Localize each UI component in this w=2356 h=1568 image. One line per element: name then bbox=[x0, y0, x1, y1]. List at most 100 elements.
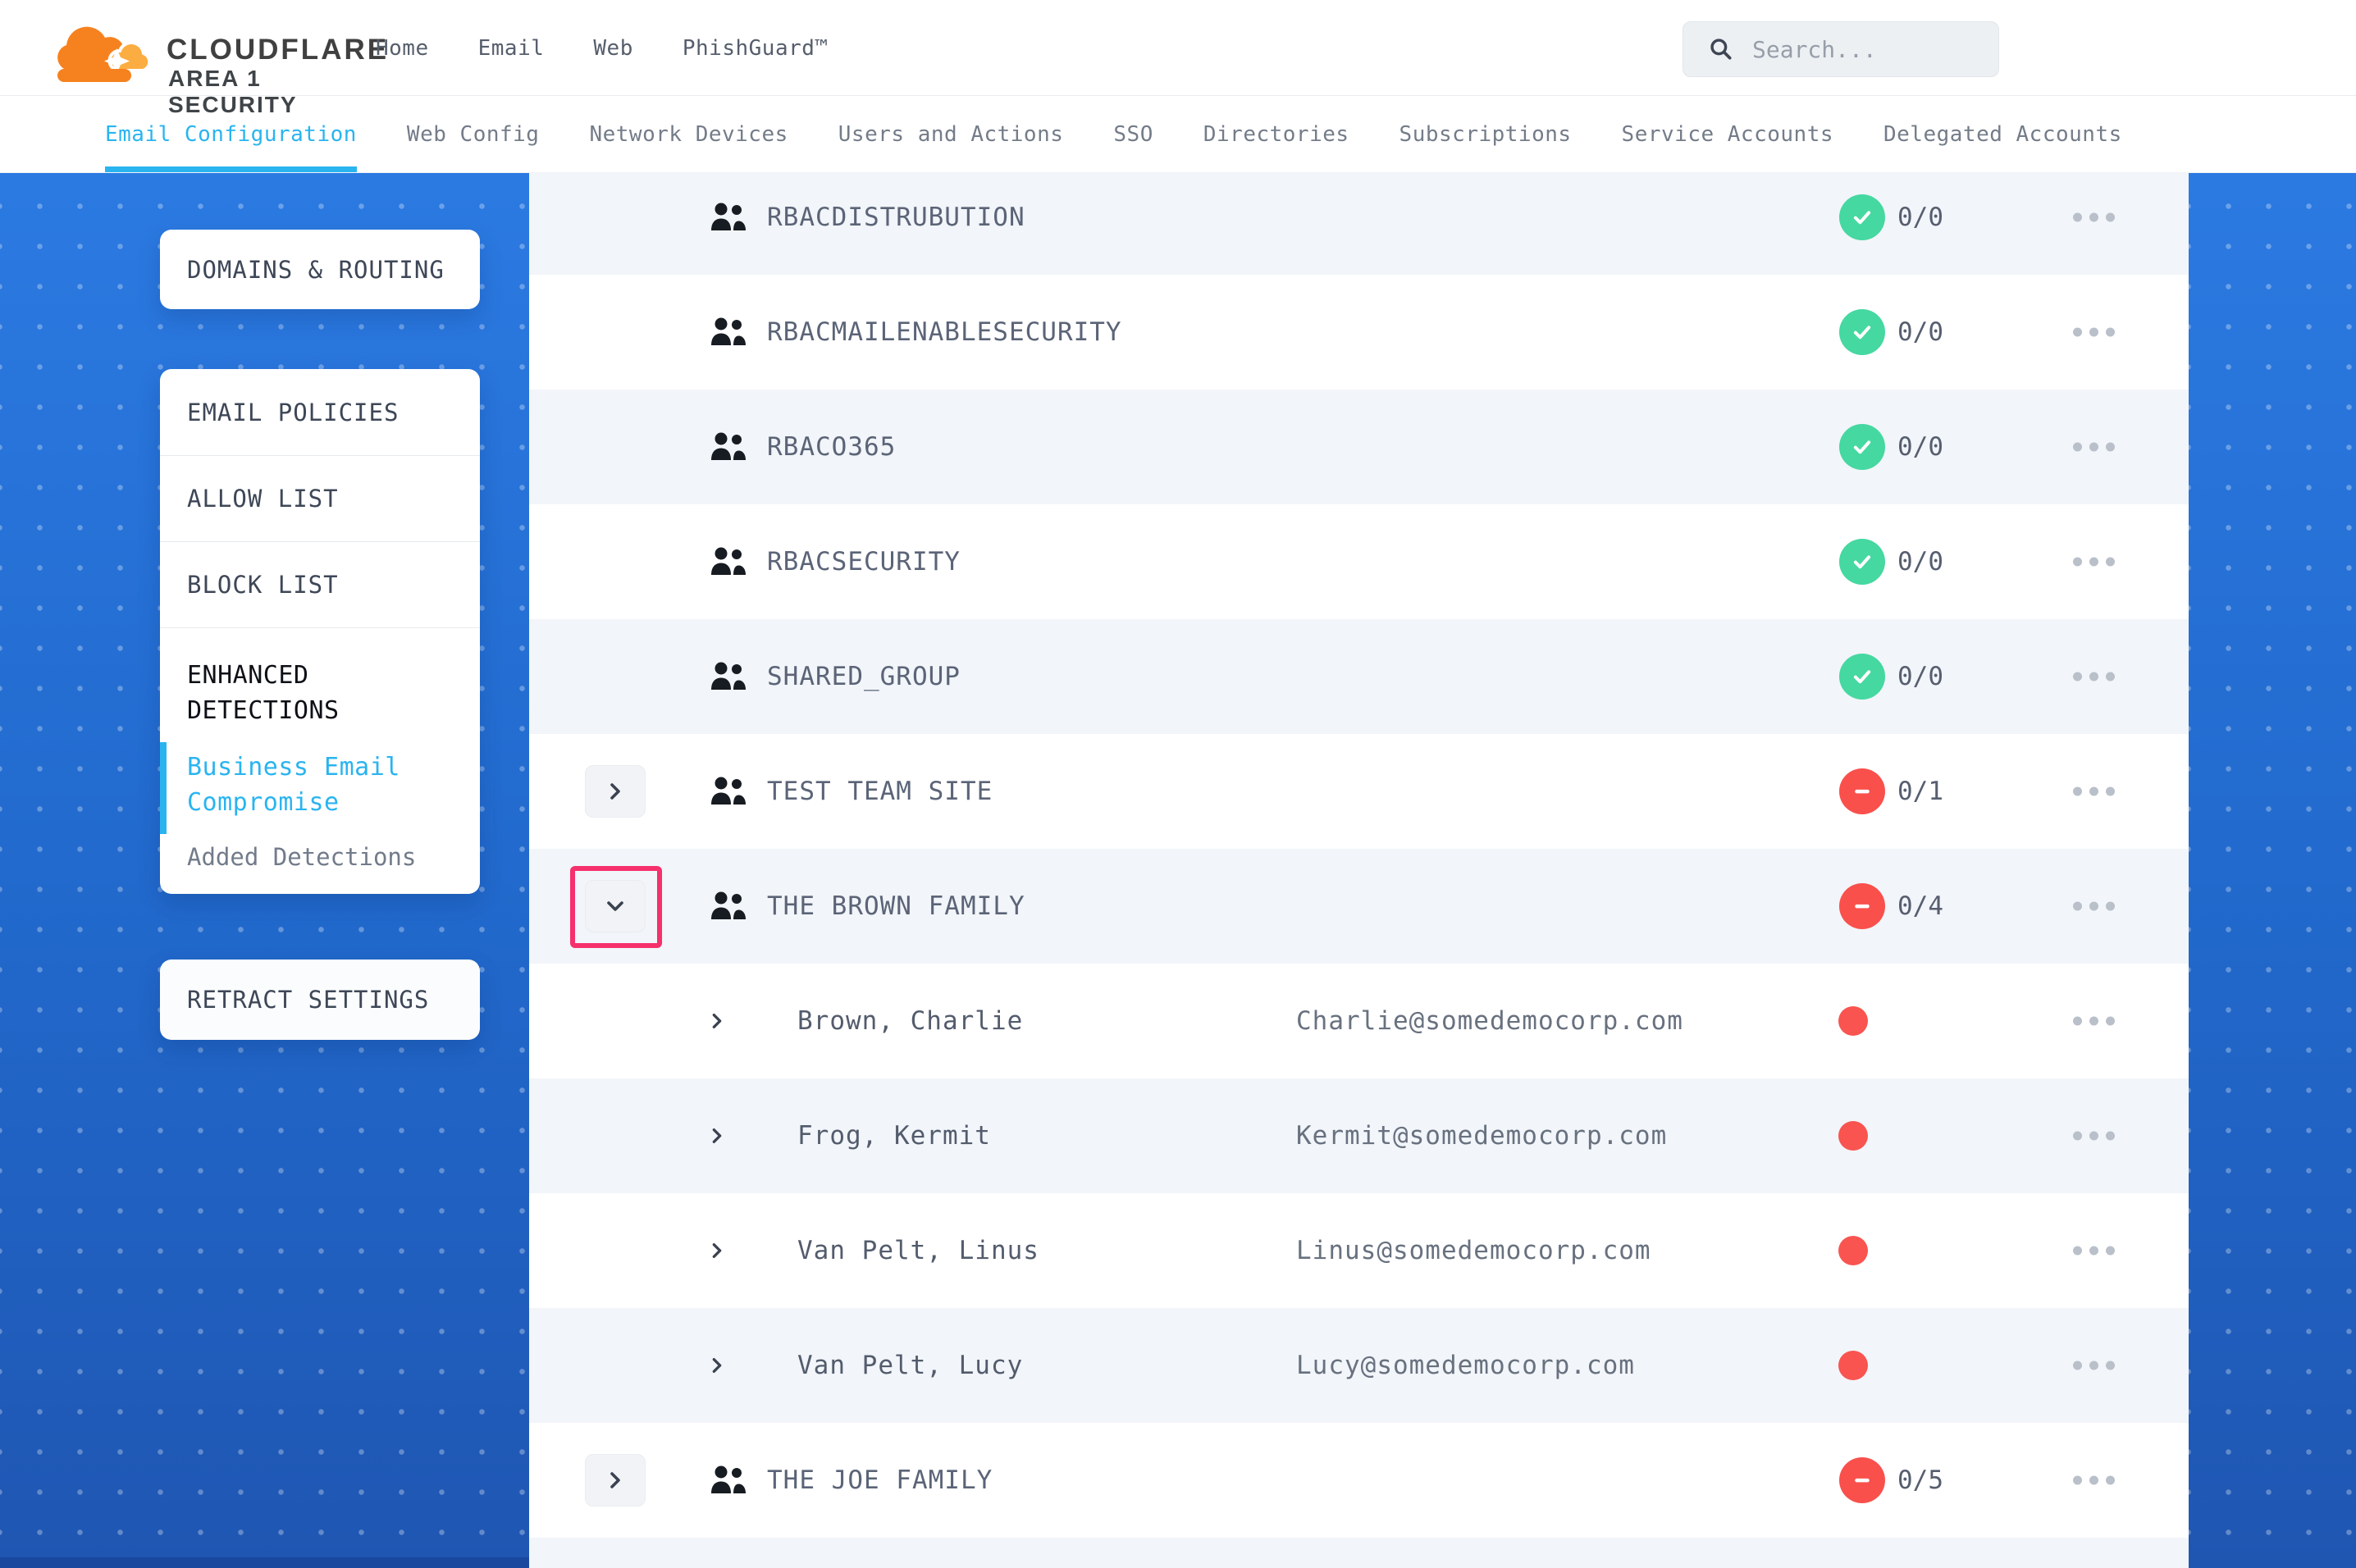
sidebar-item-email-policies[interactable]: EMAIL POLICIES bbox=[160, 369, 480, 455]
minus-icon bbox=[1850, 894, 1874, 918]
collapse-button[interactable] bbox=[585, 880, 646, 932]
row-menu-button[interactable] bbox=[2073, 1247, 2115, 1256]
chevron-right-icon[interactable] bbox=[708, 1127, 726, 1145]
cloudflare-logo[interactable]: CLOUDFLARE AREA 1 SECURITY bbox=[33, 7, 328, 89]
row-menu-button[interactable] bbox=[2073, 787, 2115, 796]
status-dot-blocked bbox=[1838, 1006, 1868, 1036]
tab-delegated-accounts[interactable]: Delegated Accounts bbox=[1883, 96, 2122, 172]
table-row[interactable]: THE JOE FAMILY 0/5 bbox=[529, 1423, 2189, 1538]
member-email: Linus@somedemocorp.com bbox=[1296, 1236, 1651, 1265]
row-menu-button[interactable] bbox=[2073, 902, 2115, 911]
status-dot-blocked bbox=[1838, 1121, 1868, 1151]
domains-routing-label: DOMAINS & ROUTING bbox=[187, 256, 445, 284]
nav-phishguard[interactable]: PhishGuard™ bbox=[683, 36, 829, 61]
tab-network-devices[interactable]: Network Devices bbox=[589, 96, 788, 172]
top-navigation: Home Email Web PhishGuard™ bbox=[376, 0, 829, 96]
search-input[interactable] bbox=[1752, 36, 1982, 63]
group-name: SHARED_GROUP bbox=[767, 662, 961, 691]
member-email: Kermit@somedemocorp.com bbox=[1296, 1121, 1667, 1151]
group-name: RBACO365 bbox=[767, 432, 896, 462]
table-row[interactable]: THE BROWN FAMILY 0/4 bbox=[529, 849, 2189, 964]
status-badge-allowed bbox=[1839, 194, 1885, 240]
group-name: RBACSECURITY bbox=[767, 547, 961, 577]
member-count: 0/0 bbox=[1897, 432, 1943, 462]
member-name: Van Pelt, Lucy bbox=[797, 1351, 1023, 1380]
sidebar-item-business-email-compromise[interactable]: Business Email Compromise bbox=[187, 750, 450, 820]
tab-web-config[interactable]: Web Config bbox=[407, 96, 540, 172]
sidebar-card-email-policies: EMAIL POLICIES ALLOW LIST BLOCK LIST ENH… bbox=[160, 369, 480, 894]
sidebar-item-allow-list[interactable]: ALLOW LIST bbox=[160, 455, 480, 541]
check-icon bbox=[1850, 205, 1874, 230]
tab-sso[interactable]: SSO bbox=[1113, 96, 1153, 172]
member-row[interactable]: Van Pelt, Lucy Lucy@somedemocorp.com bbox=[529, 1308, 2189, 1423]
config-tabs: Email Configuration Web Config Network D… bbox=[0, 96, 2356, 173]
row-menu-button[interactable] bbox=[2073, 213, 2115, 222]
cloudflare-cloud-icon bbox=[51, 11, 149, 82]
member-count: 0/0 bbox=[1897, 547, 1943, 577]
row-menu-button[interactable] bbox=[2073, 1017, 2115, 1026]
member-row[interactable]: Van Pelt, Linus Linus@somedemocorp.com bbox=[529, 1193, 2189, 1308]
member-name: Van Pelt, Linus bbox=[797, 1236, 1039, 1265]
tab-subscriptions[interactable]: Subscriptions bbox=[1399, 96, 1572, 172]
top-bar: CLOUDFLARE AREA 1 SECURITY Home Email We… bbox=[0, 0, 2356, 96]
row-menu-button[interactable] bbox=[2073, 558, 2115, 567]
group-icon bbox=[710, 775, 747, 808]
chevron-right-icon[interactable] bbox=[708, 1242, 726, 1260]
status-badge-allowed bbox=[1839, 424, 1885, 470]
right-background-band bbox=[2189, 173, 2356, 1568]
row-menu-button[interactable] bbox=[2073, 1476, 2115, 1485]
search-bar[interactable] bbox=[1683, 21, 1999, 77]
status-badge-allowed bbox=[1839, 654, 1885, 700]
chevron-right-icon bbox=[605, 782, 625, 801]
group-icon bbox=[710, 660, 747, 693]
member-email: Charlie@somedemocorp.com bbox=[1296, 1006, 1683, 1036]
tab-directories[interactable]: Directories bbox=[1203, 96, 1349, 172]
sidebar-card-retract-settings[interactable]: RETRACT SETTINGS bbox=[160, 959, 480, 1040]
member-row[interactable]: Brown, Charlie Charlie@somedemocorp.com bbox=[529, 964, 2189, 1078]
divider bbox=[160, 627, 480, 628]
table-row[interactable]: RBACSECURITY 0/0 bbox=[529, 504, 2189, 619]
row-menu-button[interactable] bbox=[2073, 328, 2115, 337]
tab-users-and-actions[interactable]: Users and Actions bbox=[838, 96, 1064, 172]
group-name: THE BROWN FAMILY bbox=[767, 891, 1025, 921]
check-icon bbox=[1850, 664, 1874, 689]
member-name: Brown, Charlie bbox=[797, 1006, 1023, 1036]
sidebar-card-domains-routing[interactable]: DOMAINS & ROUTING bbox=[160, 230, 480, 309]
member-name: Frog, Kermit bbox=[797, 1121, 991, 1151]
check-icon bbox=[1850, 320, 1874, 344]
table-row[interactable]: RBACDISTRUBUTION 0/0 bbox=[529, 173, 2189, 275]
chevron-right-icon[interactable] bbox=[708, 1356, 726, 1374]
group-icon bbox=[710, 201, 747, 234]
table-row[interactable]: TEST TEAM SITE 0/1 bbox=[529, 734, 2189, 849]
group-icon bbox=[710, 431, 747, 463]
member-count: 0/4 bbox=[1897, 891, 1943, 921]
chevron-right-icon[interactable] bbox=[708, 1012, 726, 1030]
chevron-right-icon bbox=[605, 1470, 625, 1490]
member-row[interactable]: Frog, Kermit Kermit@somedemocorp.com bbox=[529, 1078, 2189, 1193]
sidebar-item-block-list[interactable]: BLOCK LIST bbox=[160, 541, 480, 627]
nav-email[interactable]: Email bbox=[478, 36, 545, 61]
content-area: DOMAINS & ROUTING EMAIL POLICIES ALLOW L… bbox=[0, 173, 2356, 1568]
active-item-indicator bbox=[160, 742, 167, 834]
table-row[interactable]: SHARED_GROUP 0/0 bbox=[529, 619, 2189, 734]
row-menu-button[interactable] bbox=[2073, 672, 2115, 681]
tab-service-accounts[interactable]: Service Accounts bbox=[1622, 96, 1833, 172]
left-sidebar-background: DOMAINS & ROUTING EMAIL POLICIES ALLOW L… bbox=[0, 173, 529, 1568]
check-icon bbox=[1850, 435, 1874, 459]
nav-home[interactable]: Home bbox=[376, 36, 429, 61]
search-icon bbox=[1708, 36, 1734, 62]
nav-web[interactable]: Web bbox=[593, 36, 632, 61]
table-row[interactable]: RBACO365 0/0 bbox=[529, 390, 2189, 504]
sidebar-item-added-detections[interactable]: Added Detections bbox=[187, 843, 450, 871]
status-dot-blocked bbox=[1838, 1351, 1868, 1380]
group-icon bbox=[710, 1464, 747, 1497]
row-menu-button[interactable] bbox=[2073, 443, 2115, 452]
member-count: 0/0 bbox=[1897, 203, 1943, 232]
row-menu-button[interactable] bbox=[2073, 1361, 2115, 1370]
table-row[interactable]: RBACMAILENABLESECURITY 0/0 bbox=[529, 275, 2189, 390]
group-icon bbox=[710, 316, 747, 349]
expand-button[interactable] bbox=[585, 1454, 646, 1506]
expand-button[interactable] bbox=[585, 765, 646, 818]
area1-security-app: CLOUDFLARE AREA 1 SECURITY Home Email We… bbox=[0, 0, 2356, 1568]
row-menu-button[interactable] bbox=[2073, 1132, 2115, 1141]
